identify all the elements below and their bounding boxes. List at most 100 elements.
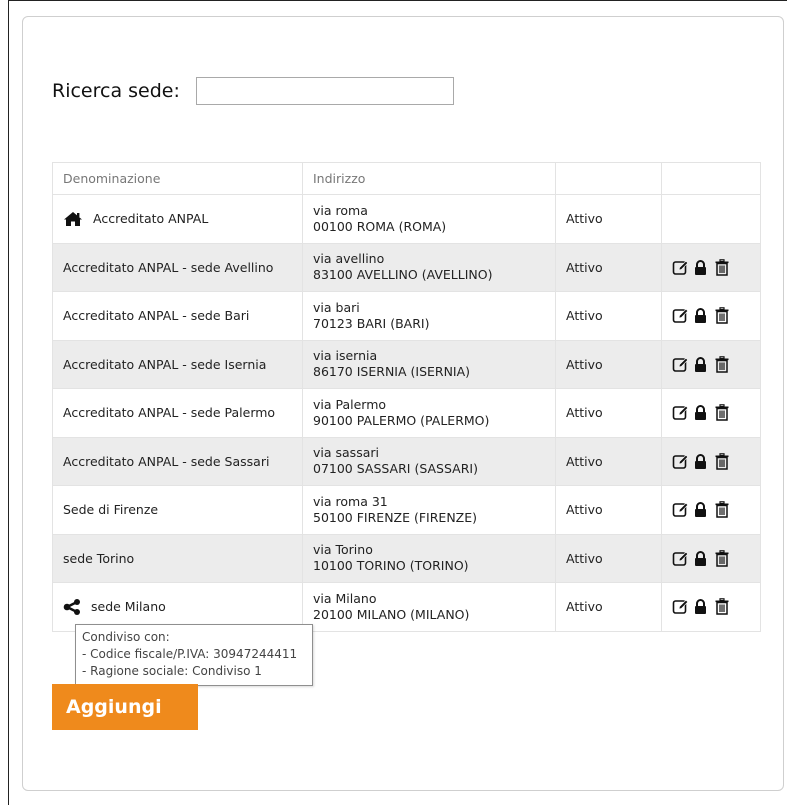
address-city: 07100 SASSARI (SASSARI) xyxy=(313,461,478,477)
address-street: via sassari xyxy=(313,445,379,461)
cell-denominazione: Accreditato ANPAL - sede Isernia xyxy=(52,339,303,389)
cell-actions xyxy=(661,533,761,583)
trash-icon[interactable] xyxy=(714,501,731,518)
cell-indirizzo: via roma 00100 ROMA (ROMA) xyxy=(302,194,556,244)
location-name: Accreditato ANPAL - sede Avellino xyxy=(63,259,274,275)
cell-denominazione: Accreditato ANPAL - sede Avellino xyxy=(52,242,303,292)
status-text: Attivo xyxy=(555,194,662,244)
trash-icon[interactable] xyxy=(714,598,731,615)
location-name: sede Torino xyxy=(63,550,135,566)
trash-icon[interactable] xyxy=(714,404,731,421)
cell-indirizzo: via Milano 20100 MILANO (MILANO) xyxy=(302,582,556,632)
trash-icon[interactable] xyxy=(714,307,731,324)
address-street: via roma 31 xyxy=(313,493,388,509)
cell-indirizzo: via bari 70123 BARI (BARI) xyxy=(302,291,556,341)
cell-denominazione: Accreditato ANPAL - sede Bari xyxy=(52,291,303,341)
cell-indirizzo: via roma 31 50100 FIRENZE (FIRENZE) xyxy=(302,485,556,535)
cell-actions xyxy=(661,291,761,341)
add-button[interactable]: Aggiungi xyxy=(52,684,198,730)
lock-icon[interactable] xyxy=(693,404,710,421)
trash-icon[interactable] xyxy=(714,452,731,470)
status-text: Attivo xyxy=(555,388,662,438)
cell-denominazione: Accreditato ANPAL - sede Palermo xyxy=(52,388,303,438)
cell-denominazione: sede Torino xyxy=(52,533,303,583)
location-name: Accreditato ANPAL - sede Sassari xyxy=(63,453,270,469)
address-street: via Torino xyxy=(313,542,373,558)
lock-icon[interactable] xyxy=(693,598,710,615)
cell-indirizzo: via isernia 86170 ISERNIA (ISERNIA) xyxy=(302,339,556,389)
table-row[interactable]: Sede di Firenze via roma 31 50100 FIRENZE … xyxy=(52,485,761,535)
lock-icon[interactable] xyxy=(693,307,710,324)
edit-icon[interactable] xyxy=(672,598,689,615)
address-city: 86170 ISERNIA (ISERNIA) xyxy=(313,364,471,380)
status-text: Attivo xyxy=(555,485,662,535)
table-row[interactable]: Accreditato ANPAL - sede Sassari via sass… xyxy=(52,436,761,486)
location-name: Accreditato ANPAL xyxy=(93,211,209,227)
cell-actions xyxy=(661,339,761,389)
edit-icon[interactable] xyxy=(672,259,689,276)
status-text: Attivo xyxy=(555,242,662,292)
location-name: Accreditato ANPAL - sede Isernia xyxy=(63,356,267,372)
table-row[interactable]: Accreditato ANPAL - sede Bari via bari 701… xyxy=(52,291,761,341)
cell-indirizzo: via avellino 83100 AVELLINO (AVELLINO) xyxy=(302,242,556,292)
address-street: via isernia xyxy=(313,348,378,364)
cell-indirizzo: via sassari 07100 SASSARI (SASSARI) xyxy=(302,436,556,486)
locations-table: Denominazione Indirizzo Accreditato ANPA… xyxy=(52,162,761,632)
trash-icon[interactable] xyxy=(714,355,731,373)
cell-actions xyxy=(661,242,761,292)
tooltip-title: Condiviso con: xyxy=(82,630,170,644)
cell-actions xyxy=(661,194,761,244)
edit-icon[interactable] xyxy=(672,404,689,421)
home-icon xyxy=(63,211,83,227)
table-row[interactable]: Accreditato ANPAL - sede Palermo via Pale… xyxy=(52,388,761,438)
table-row[interactable]: Accreditato ANPAL via roma 00100 ROMA (ROM… xyxy=(52,194,761,244)
status-text: Attivo xyxy=(555,582,662,632)
table-row[interactable]: Accreditato ANPAL - sede Avellino via ave… xyxy=(52,242,761,292)
address-city: 50100 FIRENZE (FIRENZE) xyxy=(313,509,478,525)
cell-actions xyxy=(661,485,761,535)
trash-icon[interactable] xyxy=(714,258,731,276)
address-street: via Palermo xyxy=(313,396,387,412)
window-top-edge xyxy=(8,0,787,1)
column-header-indirizzo[interactable]: Indirizzo xyxy=(302,162,556,195)
lock-icon[interactable] xyxy=(693,550,710,567)
cell-denominazione: Accreditato ANPAL - sede Sassari xyxy=(52,436,303,486)
cell-denominazione: Accreditato ANPAL xyxy=(52,194,303,244)
window-left-edge xyxy=(8,0,9,805)
edit-icon[interactable] xyxy=(672,453,689,470)
edit-icon[interactable] xyxy=(672,501,689,518)
shared-with-tooltip: Condiviso con: - Codice fiscale/P.IVA: 3… xyxy=(75,624,313,686)
column-header-actions xyxy=(661,162,761,195)
cell-denominazione: Sede di Firenze xyxy=(52,485,303,535)
cell-actions xyxy=(661,436,761,486)
table-header-row: Denominazione Indirizzo xyxy=(52,162,761,195)
address-street: via avellino xyxy=(313,251,385,267)
lock-icon[interactable] xyxy=(693,356,710,373)
search-input[interactable] xyxy=(195,77,454,105)
search-row: Ricerca sede: xyxy=(52,76,454,106)
address-street: via roma xyxy=(313,202,368,218)
lock-icon[interactable] xyxy=(693,453,710,470)
column-header-denominazione[interactable]: Denominazione xyxy=(52,162,303,195)
status-text: Attivo xyxy=(555,436,662,486)
address-city: 20100 MILANO (MILANO) xyxy=(313,606,470,622)
address-street: via Milano xyxy=(313,590,377,606)
address-city: 83100 AVELLINO (AVELLINO) xyxy=(313,267,493,283)
edit-icon[interactable] xyxy=(672,307,689,324)
tooltip-tax-code: - Codice fiscale/P.IVA: 30947244411 xyxy=(82,647,298,661)
cell-indirizzo: via Torino 10100 TORINO (TORINO) xyxy=(302,533,556,583)
trash-icon[interactable] xyxy=(714,549,731,567)
table-row[interactable]: Accreditato ANPAL - sede Isernia via iser… xyxy=(52,339,761,389)
lock-icon[interactable] xyxy=(693,501,710,518)
cell-actions xyxy=(661,582,761,632)
column-header-status xyxy=(555,162,662,195)
edit-icon[interactable] xyxy=(672,356,689,373)
address-city: 00100 ROMA (ROMA) xyxy=(313,218,447,234)
location-name: Accreditato ANPAL - sede Palermo xyxy=(63,405,276,421)
table-row[interactable]: sede Torino via Torino 10100 TORINO (TORIN… xyxy=(52,533,761,583)
cell-actions xyxy=(661,388,761,438)
lock-icon[interactable] xyxy=(693,259,710,276)
address-street: via bari xyxy=(313,299,360,315)
edit-icon[interactable] xyxy=(672,550,689,567)
tooltip-company-name: - Ragione sociale: Condiviso 1 xyxy=(82,664,262,678)
